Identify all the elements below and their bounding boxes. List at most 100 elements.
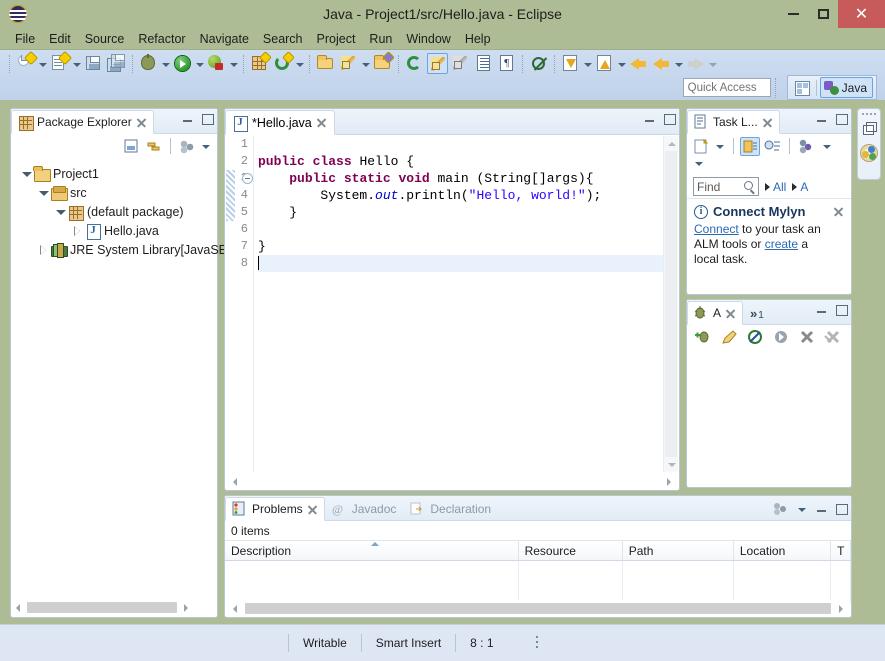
open-type-icon[interactable] — [315, 53, 336, 74]
connect-link[interactable]: Connect — [694, 222, 739, 236]
minimize-view-icon[interactable] — [816, 503, 828, 515]
package-explorer-hscrollbar[interactable] — [12, 599, 216, 616]
search-dropdown-arrow[interactable] — [360, 54, 371, 74]
minimize-view-icon[interactable] — [182, 113, 194, 125]
tree-item-src[interactable]: src — [15, 183, 215, 202]
problems-hscrollbar[interactable] — [226, 600, 850, 616]
menu-file[interactable]: File — [8, 30, 42, 48]
view-menu-icon[interactable] — [796, 500, 809, 518]
toggle-block-selection-icon[interactable] — [473, 53, 494, 74]
scroll-right-icon[interactable] — [834, 602, 847, 615]
close-button[interactable]: ✕ — [838, 0, 885, 28]
chevron-down-icon[interactable] — [36, 185, 50, 201]
chevron-right-icon[interactable] — [36, 242, 50, 258]
forward-history-button[interactable] — [684, 53, 718, 74]
tree-item-hello-java[interactable]: Hello.java — [15, 221, 215, 240]
open-task-icon[interactable] — [372, 53, 393, 74]
maximize-view-icon[interactable] — [835, 503, 847, 515]
new-annotation-button[interactable] — [271, 53, 305, 74]
run-last-tool-button[interactable] — [205, 53, 239, 74]
menu-navigate[interactable]: Navigate — [193, 30, 256, 48]
scroll-left-icon[interactable] — [229, 475, 242, 488]
problems-table-body[interactable] — [225, 561, 851, 603]
hscroll-thumb[interactable] — [27, 602, 177, 613]
close-icon[interactable] — [762, 117, 773, 128]
scroll-right-icon[interactable] — [179, 601, 192, 614]
menu-window[interactable]: Window — [399, 30, 457, 48]
tree-item-default-package[interactable]: (default package) — [15, 202, 215, 221]
new-task-icon[interactable] — [691, 137, 711, 156]
toggle-mylyn-icon[interactable] — [427, 53, 448, 74]
tab-hello-java[interactable]: *Hello.java — [225, 110, 335, 135]
next-annotation-dropdown-arrow[interactable] — [582, 54, 593, 74]
create-link[interactable]: create — [765, 237, 798, 251]
tab-task-list[interactable]: Task L... — [687, 110, 780, 134]
tree-item-project1[interactable]: Project1 — [15, 164, 215, 183]
maximize-view-icon[interactable] — [663, 113, 675, 125]
column-header-type[interactable]: T — [831, 541, 851, 560]
menu-project[interactable]: Project — [310, 30, 363, 48]
hscroll-thumb[interactable] — [245, 603, 831, 614]
run-tool-dropdown-arrow[interactable] — [228, 54, 239, 74]
chevron-down-icon[interactable] — [53, 204, 67, 220]
debug-dropdown-arrow[interactable] — [160, 54, 171, 74]
chevron-down-icon[interactable] — [19, 166, 33, 182]
categorized-presentation-icon[interactable] — [740, 137, 760, 156]
java-perspective-icon[interactable] — [860, 144, 878, 162]
focus-on-active-task-icon[interactable] — [177, 137, 197, 156]
next-annotation-button[interactable] — [559, 53, 593, 74]
tree-item-jre-system-library[interactable]: JRE System Library [JavaSE — [15, 240, 215, 259]
scroll-up-icon[interactable] — [664, 136, 679, 151]
close-icon[interactable] — [136, 117, 147, 128]
focus-active-task-icon[interactable] — [404, 53, 425, 74]
editor-hscrollbar[interactable] — [226, 473, 678, 489]
new-dropdown-arrow[interactable] — [37, 54, 48, 74]
annotation-dropdown-arrow[interactable] — [294, 54, 305, 74]
close-icon[interactable] — [833, 206, 844, 217]
disable-expression-icon[interactable] — [745, 328, 765, 347]
back-icon[interactable] — [628, 53, 649, 74]
view-menu-icon[interactable] — [821, 137, 834, 155]
column-header-path[interactable]: Path — [623, 541, 734, 560]
save-all-icon[interactable] — [106, 53, 127, 74]
task-list-overflow-menu[interactable] — [687, 154, 851, 175]
new-class-dropdown-arrow[interactable] — [71, 54, 82, 74]
perspective-java-button[interactable]: Java — [820, 77, 873, 98]
filter-all[interactable]: All — [765, 180, 786, 194]
maximize-view-icon[interactable] — [835, 113, 847, 125]
minimize-view-icon[interactable] — [816, 304, 828, 316]
scroll-left-icon[interactable] — [12, 601, 25, 614]
show-whitespace-icon[interactable]: ¶ — [496, 53, 517, 74]
edit-expression-icon[interactable] — [719, 328, 739, 347]
quick-access-input[interactable] — [683, 78, 771, 97]
column-header-description[interactable]: Description — [225, 541, 519, 560]
open-perspective-icon[interactable] — [791, 78, 813, 98]
search-button[interactable] — [337, 53, 371, 74]
tab-javadoc[interactable]: @ Javadoc — [325, 497, 404, 521]
tab-problems[interactable]: Problems — [225, 497, 325, 521]
menu-search[interactable]: Search — [256, 30, 310, 48]
editor-gutter[interactable]: 1 2 3 4 5 6 7 8 — [226, 136, 254, 472]
filter-a[interactable]: A — [792, 180, 808, 194]
backward-history-button[interactable] — [650, 53, 684, 74]
chevron-right-icon[interactable] — [70, 223, 84, 239]
save-icon[interactable] — [83, 53, 104, 74]
status-bar-menu-icon[interactable] — [530, 633, 544, 653]
tab-declaration[interactable]: Declaration — [403, 497, 498, 521]
toolbar-drag-handle[interactable] — [775, 78, 783, 98]
menu-run[interactable]: Run — [362, 30, 399, 48]
maximize-view-icon[interactable] — [835, 304, 847, 316]
new-task-dropdown-arrow[interactable] — [714, 137, 727, 155]
view-overflow-indicator[interactable]: » 1 — [750, 306, 764, 321]
menu-edit[interactable]: Edit — [42, 30, 78, 48]
new-wizard-button[interactable] — [14, 53, 48, 74]
view-filters-icon[interactable] — [771, 501, 789, 517]
close-icon[interactable] — [307, 504, 318, 515]
close-icon[interactable] — [725, 308, 736, 319]
menu-source[interactable]: Source — [78, 30, 132, 48]
maximize-view-icon[interactable] — [201, 113, 213, 125]
link-with-editor-icon[interactable] — [144, 137, 164, 156]
scroll-down-icon[interactable] — [664, 457, 679, 472]
scheduled-presentation-icon[interactable] — [763, 137, 783, 156]
new-java-class-button[interactable] — [48, 53, 82, 74]
